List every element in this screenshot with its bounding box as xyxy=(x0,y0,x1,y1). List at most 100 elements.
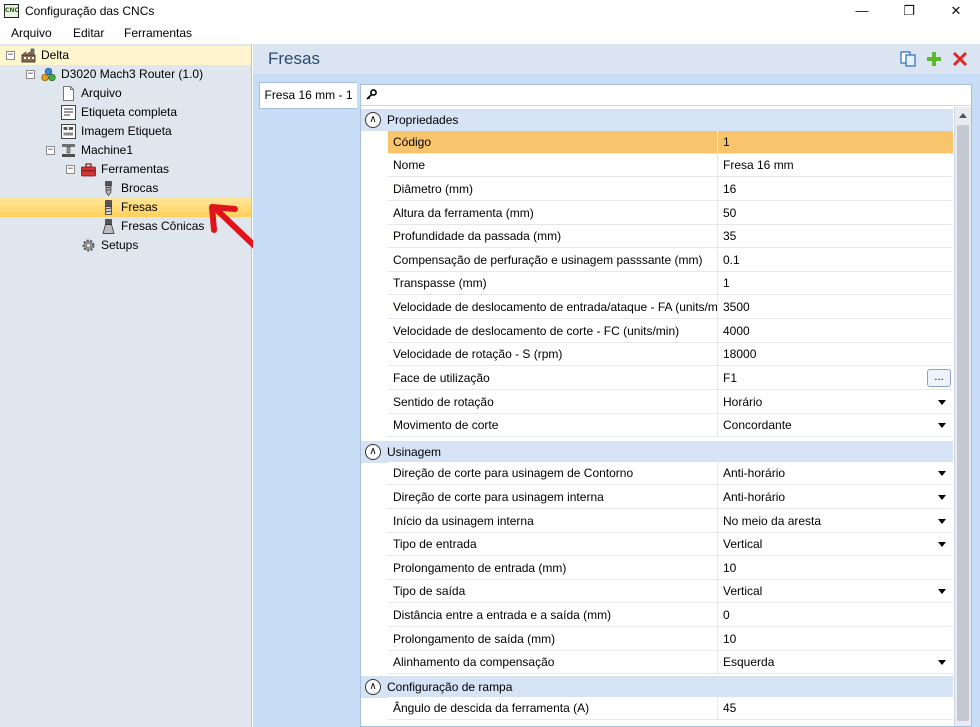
prop-value[interactable]: 18000 xyxy=(718,343,953,366)
prop-value[interactable]: Esquerda xyxy=(718,651,953,674)
prop-row-movimento-corte[interactable]: Movimento de corte Concordante xyxy=(388,414,953,437)
tree-item-arquivo[interactable]: Arquivo xyxy=(0,84,251,103)
prop-row-face-utilizacao[interactable]: Face de utilização F1... xyxy=(388,367,953,390)
prop-row-prolongamento-entrada[interactable]: Prolongamento de entrada (mm) 10 xyxy=(388,557,953,580)
prop-row-inicio-usinagem[interactable]: Início da usinagem interna No meio da are… xyxy=(388,510,953,533)
tree-item-label: D3020 Mach3 Router (1.0) xyxy=(61,67,204,81)
minimize-button[interactable]: — xyxy=(839,0,885,22)
tree-item-delta[interactable]: − Delta xyxy=(0,46,251,65)
drill-bit-icon xyxy=(105,181,112,196)
dropdown-arrow-icon[interactable] xyxy=(938,542,946,547)
prop-row-compensacao[interactable]: Compensação de perfuração e usinagem pas… xyxy=(388,249,953,272)
dropdown-arrow-icon[interactable] xyxy=(938,495,946,500)
prop-row-altura[interactable]: Altura da ferramenta (mm) 50 xyxy=(388,202,953,225)
prop-row-tipo-entrada[interactable]: Tipo de entrada Vertical xyxy=(388,533,953,556)
prop-value[interactable]: 0.1 xyxy=(718,249,953,272)
collapse-toggle[interactable]: − xyxy=(26,70,35,79)
prop-value[interactable]: Anti-horário xyxy=(718,486,953,509)
grid-search-bar[interactable] xyxy=(361,85,971,106)
prop-value[interactable]: 3500 xyxy=(718,296,953,319)
prop-row-velocidade-corte[interactable]: Velocidade de deslocamento de corte - FC… xyxy=(388,320,953,343)
tab-fresa-16mm[interactable]: Fresa 16 mm - 1 xyxy=(259,82,357,109)
collapse-toggle[interactable]: − xyxy=(66,165,75,174)
prop-row-prolongamento-saida[interactable]: Prolongamento de saída (mm) 10 xyxy=(388,628,953,651)
scroll-up-icon[interactable] xyxy=(959,113,967,118)
prop-value[interactable]: Fresa 16 mm xyxy=(718,154,953,177)
collapse-section-button[interactable]: ∧ xyxy=(365,679,381,695)
vertical-scrollbar[interactable] xyxy=(954,107,971,726)
prop-value[interactable]: 16 xyxy=(718,178,953,201)
prop-value[interactable]: 4000 xyxy=(718,320,953,343)
prop-value[interactable]: No meio da aresta xyxy=(718,510,953,533)
tree-item-imagem-etiqueta[interactable]: Imagem Etiqueta xyxy=(0,122,251,141)
prop-row-direcao-contorno[interactable]: Direção de corte para usinagem de Contor… xyxy=(388,462,953,485)
ellipsis-button[interactable]: ... xyxy=(927,369,951,387)
prop-value[interactable]: 1 xyxy=(718,272,953,295)
prop-value[interactable]: Vertical xyxy=(718,533,953,556)
prop-value-text: Horário xyxy=(723,395,763,409)
collapse-toggle[interactable]: − xyxy=(46,146,55,155)
prop-value[interactable]: Vertical xyxy=(718,580,953,603)
dropdown-arrow-icon[interactable] xyxy=(938,519,946,524)
prop-value[interactable]: F1... xyxy=(718,367,953,390)
collapse-section-button[interactable]: ∧ xyxy=(365,444,381,460)
prop-row-diametro[interactable]: Diâmetro (mm) 16 xyxy=(388,178,953,201)
prop-row-alinhamento-compensacao[interactable]: Alinhamento da compensação Esquerda xyxy=(388,651,953,674)
prop-row-profundidade[interactable]: Profundidade da passada (mm) 35 xyxy=(388,225,953,248)
delete-icon[interactable] xyxy=(951,50,969,68)
section-configuracao-rampa[interactable]: ∧ Configuração de rampa xyxy=(361,676,953,698)
collapse-section-button[interactable]: ∧ xyxy=(365,112,381,128)
menu-bar: Arquivo Editar Ferramentas xyxy=(0,22,980,44)
prop-value[interactable]: Anti-horário xyxy=(718,462,953,485)
prop-name: Altura da ferramenta (mm) xyxy=(388,202,718,225)
section-propriedades[interactable]: ∧ Propriedades xyxy=(361,109,953,131)
prop-value[interactable]: 35 xyxy=(718,225,953,248)
prop-row-direcao-interna[interactable]: Direção de corte para usinagem interna An… xyxy=(388,486,953,509)
prop-row-velocidade-rotacao[interactable]: Velocidade de rotação - S (rpm) 18000 xyxy=(388,343,953,366)
scroll-thumb[interactable] xyxy=(957,125,969,721)
prop-row-nome[interactable]: Nome Fresa 16 mm xyxy=(388,154,953,177)
tree-item-ferramentas[interactable]: − Ferramentas xyxy=(0,160,251,179)
prop-value[interactable]: 0 xyxy=(718,604,953,627)
factory-icon xyxy=(21,48,36,63)
app-icon: CNC xyxy=(4,4,19,18)
collapse-toggle[interactable]: − xyxy=(6,51,15,60)
menu-arquivo[interactable]: Arquivo xyxy=(11,26,52,40)
copy-icon[interactable] xyxy=(899,50,917,68)
maximize-button[interactable]: ❐ xyxy=(886,0,932,22)
dropdown-arrow-icon[interactable] xyxy=(938,471,946,476)
prop-name: Movimento de corte xyxy=(388,414,718,437)
dropdown-arrow-icon[interactable] xyxy=(938,589,946,594)
prop-value[interactable]: 10 xyxy=(718,628,953,651)
close-button[interactable]: ✕ xyxy=(933,0,979,22)
prop-name: Nome xyxy=(388,154,718,177)
dropdown-arrow-icon[interactable] xyxy=(938,660,946,665)
menu-editar[interactable]: Editar xyxy=(73,26,104,40)
section-usinagem[interactable]: ∧ Usinagem xyxy=(361,441,953,463)
prop-row-codigo[interactable]: Código 1 xyxy=(388,131,953,154)
prop-value[interactable]: 10 xyxy=(718,557,953,580)
key-icon xyxy=(366,89,377,100)
prop-name: Ângulo de descida da ferramenta (A) xyxy=(388,697,718,720)
add-icon[interactable] xyxy=(925,50,943,68)
tree-item-etiqueta-completa[interactable]: Etiqueta completa xyxy=(0,103,251,122)
prop-row-distancia-entrada-saida[interactable]: Distância entre a entrada e a saída (mm)… xyxy=(388,604,953,627)
menu-ferramentas[interactable]: Ferramentas xyxy=(124,26,192,40)
prop-value[interactable]: 50 xyxy=(718,202,953,225)
prop-row-tipo-saida[interactable]: Tipo de saída Vertical xyxy=(388,580,953,603)
tree-item-machine1[interactable]: − Machine1 xyxy=(0,141,251,160)
property-grid: ∧ Propriedades Código 1 Nome Fresa 16 mm D… xyxy=(360,84,972,727)
prop-row-transpasse[interactable]: Transpasse (mm) 1 xyxy=(388,272,953,295)
prop-row-sentido-rotacao[interactable]: Sentido de rotação Horário xyxy=(388,391,953,414)
prop-value[interactable]: Concordante xyxy=(718,414,953,437)
prop-row-angulo-descida[interactable]: Ângulo de descida da ferramenta (A) 45 xyxy=(388,697,953,720)
tree-item-label: Fresas Cônicas xyxy=(121,219,205,233)
dropdown-arrow-icon[interactable] xyxy=(938,400,946,405)
prop-value[interactable]: Horário xyxy=(718,391,953,414)
section-label: Propriedades xyxy=(387,113,459,127)
dropdown-arrow-icon[interactable] xyxy=(938,423,946,428)
prop-value[interactable]: 1 xyxy=(718,131,953,154)
tree-item-d3020[interactable]: − D3020 Mach3 Router (1.0) xyxy=(0,65,251,84)
prop-value[interactable]: 45 xyxy=(718,697,953,720)
prop-row-velocidade-entrada[interactable]: Velocidade de deslocamento de entrada/at… xyxy=(388,296,953,319)
